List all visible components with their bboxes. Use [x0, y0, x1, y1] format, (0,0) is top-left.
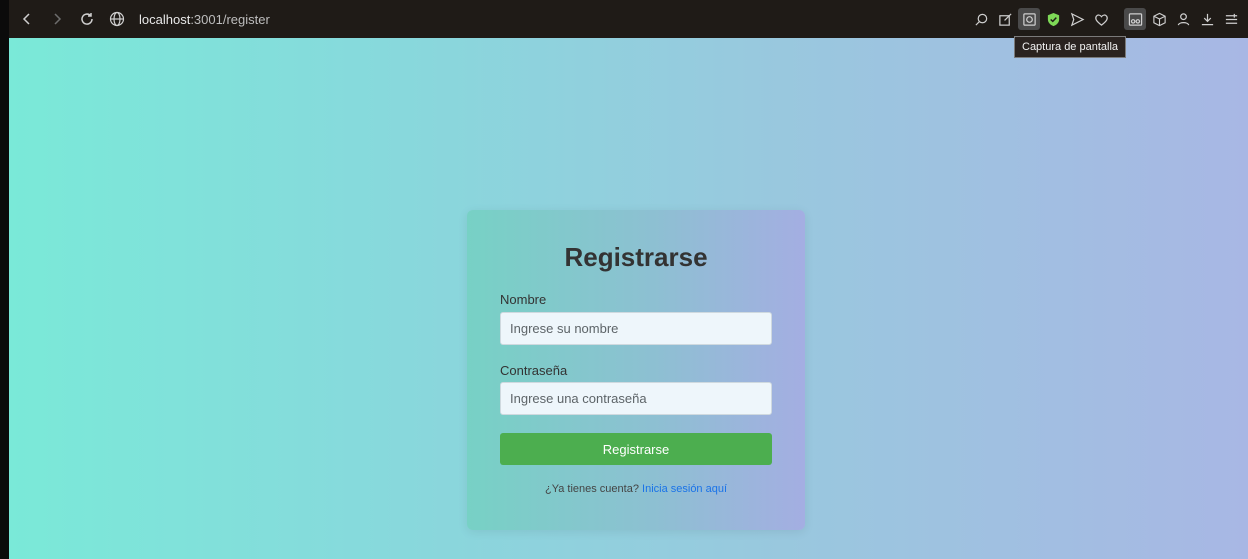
globe-icon: [109, 11, 125, 27]
reload-icon: [81, 13, 93, 25]
tooltip: Captura de pantalla: [1014, 36, 1127, 58]
name-input[interactable]: [500, 312, 772, 345]
search-icon[interactable]: [970, 8, 992, 30]
profile-icon[interactable]: [1172, 8, 1194, 30]
name-label: Nombre: [500, 292, 547, 307]
forward-button[interactable]: [45, 7, 69, 31]
back-button[interactable]: [15, 7, 39, 31]
password-input[interactable]: [500, 382, 772, 415]
url-path: :3001/register: [190, 11, 270, 27]
url-host: localhost: [139, 11, 191, 27]
menu-icon[interactable]: [1220, 8, 1242, 30]
address-bar[interactable]: localhost:3001/register: [109, 5, 270, 33]
back-arrow-icon: [22, 13, 30, 25]
register-card: Registrarse Nombre Contraseña Registrars…: [467, 210, 805, 530]
send-icon[interactable]: [1066, 8, 1088, 30]
screenshot-icon[interactable]: [1018, 8, 1040, 30]
edit-icon[interactable]: [994, 8, 1016, 30]
password-label: Contraseña: [500, 363, 568, 378]
extension-icons: [970, 0, 1242, 38]
window-edge: [0, 0, 9, 559]
forward-arrow-icon: [54, 13, 62, 25]
login-prompt: ¿Ya tienes cuenta? Inicia sesión aquí: [467, 483, 805, 495]
login-prompt-text: ¿Ya tienes cuenta?: [544, 483, 639, 495]
url-text: localhost:3001/register: [139, 12, 270, 27]
register-button[interactable]: Registrarse: [500, 433, 772, 465]
page-title: Registrarse: [564, 242, 708, 272]
reader-icon[interactable]: [1124, 8, 1146, 30]
reload-button[interactable]: [75, 7, 99, 31]
heart-icon[interactable]: [1090, 8, 1112, 30]
login-link[interactable]: Inicia sesión aquí: [642, 483, 727, 495]
cube-icon[interactable]: [1148, 8, 1170, 30]
download-icon[interactable]: [1196, 8, 1218, 30]
page-background: Registrarse Nombre Contraseña Registrars…: [9, 38, 1248, 559]
browser-toolbar: localhost:3001/register: [0, 0, 1248, 38]
shield-check-icon[interactable]: [1042, 8, 1064, 30]
